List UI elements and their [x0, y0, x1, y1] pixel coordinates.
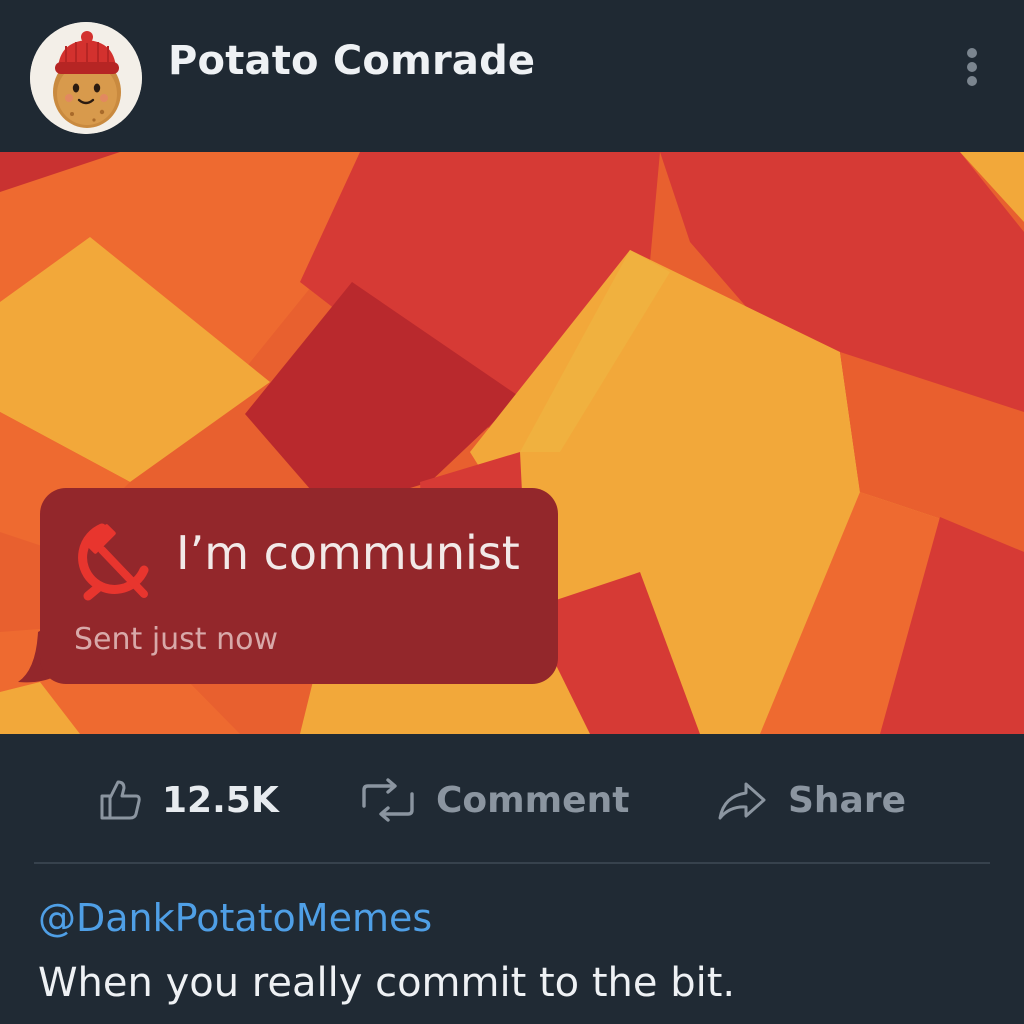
author-handle[interactable]: @DankPotatoMemes: [38, 896, 432, 940]
divider: [34, 862, 990, 864]
potato-avatar-icon: [30, 22, 142, 134]
share-arrow-icon: [718, 782, 766, 820]
post-caption: When you really commit to the bit.: [38, 960, 736, 1006]
comment-label: Comment: [436, 779, 630, 821]
share-button[interactable]: Share: [716, 774, 906, 826]
like-count: 12.5K: [162, 779, 279, 821]
post-header: Potato Comrade: [0, 0, 1024, 152]
message-text: I’m communist: [176, 526, 520, 580]
hammer-and-sickle-icon: [78, 523, 149, 601]
thumbs-up-icon: [100, 780, 141, 820]
share-label: Share: [788, 779, 907, 821]
username[interactable]: Potato Comrade: [168, 38, 535, 84]
message-timestamp: Sent just now: [74, 622, 278, 657]
like-button[interactable]: 12.5K: [96, 774, 279, 826]
more-options-button[interactable]: [950, 40, 994, 92]
post-image[interactable]: I’m communist Sent just now: [0, 152, 1024, 734]
avatar[interactable]: [30, 22, 142, 134]
repost-icon: [362, 778, 414, 822]
post-card: Potato Comrade I’m communist Sent just n…: [0, 0, 1024, 1024]
vertical-ellipsis-icon: [967, 48, 977, 58]
action-bar: 12.5K Comment Share: [0, 734, 1024, 864]
comment-button[interactable]: Comment: [358, 774, 629, 826]
